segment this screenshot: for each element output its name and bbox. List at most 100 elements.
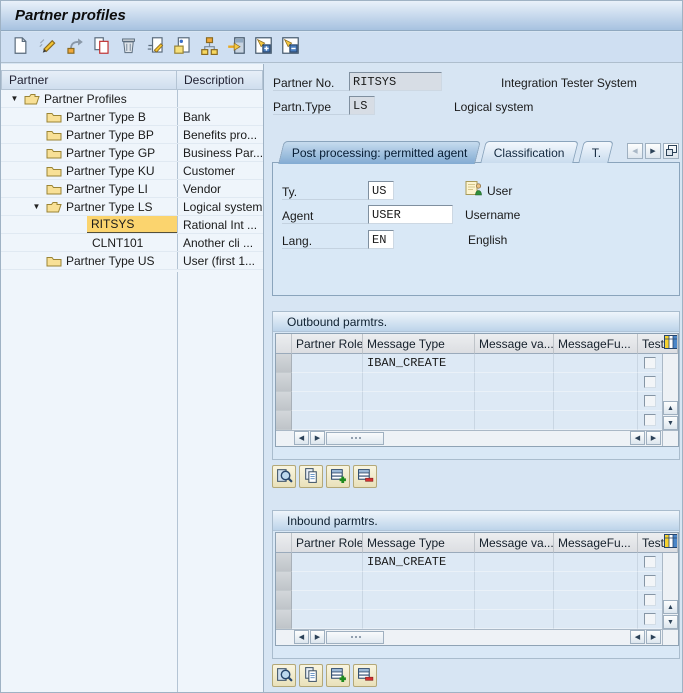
row-selector[interactable] bbox=[276, 392, 292, 411]
tree-item-partner-type-ku[interactable]: Partner Type KU Customer bbox=[1, 162, 263, 180]
test-checkbox[interactable] bbox=[644, 395, 656, 407]
cell-message-variant[interactable] bbox=[475, 591, 554, 610]
display-change-button[interactable] bbox=[36, 36, 58, 58]
expanded-twisty-icon[interactable]: ▼ bbox=[32, 202, 41, 211]
scroll-down-button[interactable]: ▼ bbox=[663, 416, 678, 430]
table-settings-icon[interactable] bbox=[664, 534, 678, 551]
column-header[interactable]: Message Type bbox=[363, 334, 475, 354]
create-button[interactable] bbox=[9, 36, 31, 58]
document-info-button[interactable] bbox=[171, 36, 193, 58]
cell-message-function[interactable] bbox=[554, 411, 638, 430]
tree-item-ritsys[interactable]: RITSYS Rational Int ... bbox=[1, 216, 263, 234]
column-header[interactable]: MessageFu... bbox=[554, 334, 638, 354]
expand-node-button[interactable] bbox=[252, 36, 274, 58]
cell-message-variant[interactable] bbox=[475, 392, 554, 411]
scroll-right-button[interactable]: ▶ bbox=[310, 630, 325, 644]
cell-message-type[interactable] bbox=[363, 411, 475, 430]
row-selector[interactable] bbox=[276, 591, 292, 610]
test-checkbox[interactable] bbox=[644, 357, 656, 369]
cell-partner-role[interactable] bbox=[292, 610, 363, 629]
cell-partner-role[interactable] bbox=[292, 553, 363, 572]
tree-item-partner-type-b[interactable]: Partner Type B Bank bbox=[1, 108, 263, 126]
tree-item-clnt101[interactable]: CLNT101 Another cli ... bbox=[1, 234, 263, 252]
cell-message-function[interactable] bbox=[554, 392, 638, 411]
scroll-up-button[interactable]: ▲ bbox=[663, 600, 678, 614]
import-button[interactable] bbox=[225, 36, 247, 58]
delete-row-button[interactable] bbox=[353, 664, 377, 687]
cell-message-type[interactable] bbox=[363, 591, 475, 610]
tree-item-partner-type-us[interactable]: Partner Type US User (first 1... bbox=[1, 252, 263, 270]
scroll-left-button[interactable]: ◀ bbox=[294, 630, 309, 644]
agent-field[interactable]: USER bbox=[368, 205, 453, 224]
cell-message-type[interactable]: IBAN_CREATE bbox=[363, 354, 475, 373]
column-header-test[interactable]: Test bbox=[638, 334, 678, 354]
tab-scroll-right-button[interactable]: ▶ bbox=[645, 143, 661, 159]
scroll-down-button[interactable]: ▼ bbox=[663, 615, 678, 629]
test-checkbox[interactable] bbox=[644, 613, 656, 625]
test-checkbox[interactable] bbox=[644, 376, 656, 388]
scroll-right-button-right[interactable]: ▶ bbox=[646, 630, 661, 644]
horizontal-scrollbar[interactable]: ◀ ▶ ◀ ▶ bbox=[276, 430, 662, 446]
delete-button[interactable] bbox=[117, 36, 139, 58]
column-header-test[interactable]: Test bbox=[638, 533, 678, 553]
collapse-node-button[interactable] bbox=[279, 36, 301, 58]
partner-no-field[interactable]: RITSYS bbox=[349, 72, 442, 91]
cell-partner-role[interactable] bbox=[292, 354, 363, 373]
agent-type-field[interactable]: US bbox=[368, 181, 394, 200]
cell-message-function[interactable] bbox=[554, 610, 638, 629]
scrollbar-thumb[interactable] bbox=[326, 432, 384, 445]
column-header[interactable]: Message Type bbox=[363, 533, 475, 553]
cell-message-function[interactable] bbox=[554, 572, 638, 591]
row-selector[interactable] bbox=[276, 553, 292, 572]
language-field[interactable]: EN bbox=[368, 230, 394, 249]
hierarchy-button[interactable] bbox=[198, 36, 220, 58]
delete-row-button[interactable] bbox=[353, 465, 377, 488]
copy-rows-button[interactable] bbox=[299, 465, 323, 488]
test-checkbox[interactable] bbox=[644, 556, 656, 568]
copy-button[interactable] bbox=[90, 36, 112, 58]
move-button[interactable] bbox=[63, 36, 85, 58]
tab-post-processing[interactable]: Post processing: permitted agent bbox=[278, 141, 481, 164]
cell-partner-role[interactable] bbox=[292, 411, 363, 430]
row-selector[interactable] bbox=[276, 354, 292, 373]
scroll-left-button-right[interactable]: ◀ bbox=[630, 431, 645, 445]
cell-message-variant[interactable] bbox=[475, 553, 554, 572]
scroll-up-button[interactable]: ▲ bbox=[663, 401, 678, 415]
change-document-button[interactable] bbox=[144, 36, 166, 58]
table-settings-icon[interactable] bbox=[664, 335, 678, 352]
tree-item-partner-profiles[interactable]: ▼ Partner Profiles bbox=[1, 90, 263, 108]
scroll-right-button-right[interactable]: ▶ bbox=[646, 431, 661, 445]
cell-message-type[interactable]: IBAN_CREATE bbox=[363, 553, 475, 572]
scroll-left-button-right[interactable]: ◀ bbox=[630, 630, 645, 644]
scroll-left-button[interactable]: ◀ bbox=[294, 431, 309, 445]
cell-message-type[interactable] bbox=[363, 610, 475, 629]
insert-row-button[interactable] bbox=[326, 664, 350, 687]
details-button[interactable] bbox=[272, 664, 296, 687]
cell-message-function[interactable] bbox=[554, 354, 638, 373]
test-checkbox[interactable] bbox=[644, 594, 656, 606]
partner-type-field[interactable]: LS bbox=[349, 96, 375, 115]
column-header[interactable]: Message va... bbox=[475, 334, 554, 354]
insert-row-button[interactable] bbox=[326, 465, 350, 488]
tab-scroll-left-button[interactable]: ◀ bbox=[627, 143, 643, 159]
selected-tree-item-label[interactable]: RITSYS bbox=[87, 216, 177, 233]
vertical-scrollbar[interactable]: ▲ ▼ bbox=[662, 553, 678, 629]
cell-message-function[interactable] bbox=[554, 553, 638, 572]
cell-partner-role[interactable] bbox=[292, 591, 363, 610]
column-header[interactable]: Message va... bbox=[475, 533, 554, 553]
copy-rows-button[interactable] bbox=[299, 664, 323, 687]
row-selector[interactable] bbox=[276, 373, 292, 392]
tree-item-partner-type-bp[interactable]: Partner Type BP Benefits pro... bbox=[1, 126, 263, 144]
column-header[interactable]: Partner Role bbox=[292, 334, 363, 354]
cell-partner-role[interactable] bbox=[292, 572, 363, 591]
row-selector[interactable] bbox=[276, 411, 292, 430]
vertical-scrollbar[interactable]: ▲ ▼ bbox=[662, 354, 678, 430]
tree-item-partner-type-gp[interactable]: Partner Type GP Business Par... bbox=[1, 144, 263, 162]
cell-message-variant[interactable] bbox=[475, 610, 554, 629]
cell-message-function[interactable] bbox=[554, 373, 638, 392]
scrollbar-thumb[interactable] bbox=[326, 631, 384, 644]
cell-partner-role[interactable] bbox=[292, 373, 363, 392]
cell-message-variant[interactable] bbox=[475, 354, 554, 373]
cell-message-type[interactable] bbox=[363, 373, 475, 392]
scroll-right-button[interactable]: ▶ bbox=[310, 431, 325, 445]
